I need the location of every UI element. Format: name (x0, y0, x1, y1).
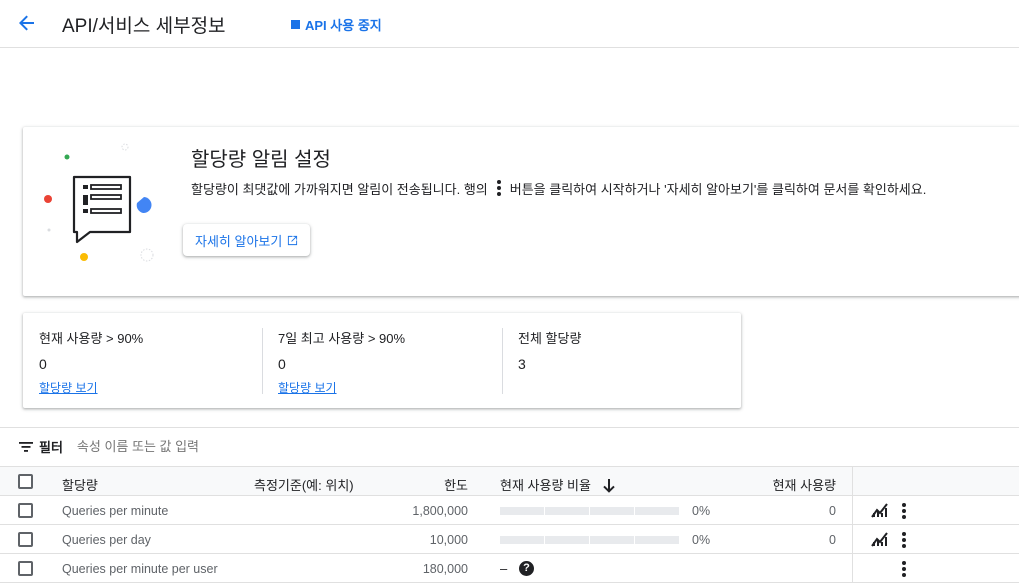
alert-card-description: 할당량이 최댓값에 가까워지면 알림이 전송됩니다. 행의 버튼을 클릭하여 시… (191, 178, 926, 198)
quota-limit: 180,000 (422, 562, 468, 576)
table-header-row: 할당량 측정기준(예: 위치) 한도 현재 사용량 비율 현재 사용량 (0, 466, 1019, 496)
stat-value: 0 (39, 356, 47, 372)
column-header-current-usage[interactable]: 현재 사용량 (773, 475, 836, 494)
usage-percent: 0% (692, 533, 711, 547)
disable-api-label: API 사용 중지 (305, 18, 382, 33)
learn-more-button[interactable]: 자세히 알아보기 (183, 224, 311, 256)
table-row: Queries per day 10,000 0% 0 (0, 525, 1019, 554)
column-header-quota[interactable]: 할당량 (62, 475, 98, 494)
more-actions-icon[interactable] (898, 530, 910, 550)
monitoring-chart-icon[interactable] (871, 531, 889, 547)
row-checkbox[interactable] (18, 532, 33, 547)
arrow-down-icon (602, 479, 615, 493)
view-quotas-link[interactable]: 할당량 보기 (278, 379, 337, 396)
divider (852, 554, 853, 582)
open-in-new-icon (288, 235, 298, 245)
back-arrow-icon[interactable] (14, 10, 40, 36)
alert-desc-after: 버튼을 클릭하여 시작하거나 '자세히 알아보기'를 클릭하여 문서를 확인하세… (509, 181, 927, 197)
stat-current-usage: 현재 사용량 > 90% 0 할당량 보기 (39, 328, 143, 396)
usage-percent: 0% (692, 504, 711, 518)
quota-stats-card: 현재 사용량 > 90% 0 할당량 보기 7일 최고 사용량 > 90% 0 … (23, 313, 741, 408)
usage-ratio-unavailable: – (500, 561, 508, 576)
more-actions-icon[interactable] (898, 559, 910, 579)
quota-name: Queries per minute (62, 504, 169, 518)
table-row: Queries per minute per user 180,000 – ? (0, 554, 1019, 583)
quota-table: 할당량 측정기준(예: 위치) 한도 현재 사용량 비율 현재 사용량 Quer… (0, 466, 1019, 583)
more-vert-icon (496, 178, 501, 198)
stat-label: 7일 최고 사용량 > 90% (278, 331, 406, 346)
alert-desc-before: 할당량이 최댓값에 가까워지면 알림이 전송됩니다. 행의 (191, 181, 488, 197)
page-title: API/서비스 세부정보 (62, 16, 226, 37)
quota-name: Queries per minute per user (62, 562, 218, 576)
divider (502, 328, 503, 394)
column-header-usage-ratio-label: 현재 사용량 비율 (500, 478, 591, 493)
select-all-checkbox[interactable] (18, 474, 33, 489)
stat-value: 0 (278, 356, 286, 372)
current-usage: 0 (829, 533, 836, 547)
monitoring-chart-icon[interactable] (871, 502, 889, 518)
stat-label: 현재 사용량 > 90% (39, 331, 144, 346)
quota-alert-card: 할당량 알림 설정 할당량이 최댓값에 가까워지면 알림이 전송됩니다. 행의 … (23, 127, 1019, 296)
learn-more-label: 자세히 알아보기 (195, 233, 283, 249)
column-header-usage-ratio[interactable]: 현재 사용량 비율 (500, 475, 615, 494)
column-header-limit[interactable]: 한도 (444, 475, 468, 494)
disable-api-button[interactable]: API 사용 중지 (291, 15, 382, 34)
more-actions-icon[interactable] (898, 501, 910, 521)
quota-limit: 1,800,000 (412, 504, 468, 518)
alert-card-title: 할당량 알림 설정 (191, 149, 331, 171)
filter-bar: 필터 (0, 427, 1019, 465)
alert-illustration-icon (41, 137, 171, 267)
stat-label: 전체 할당량 (518, 331, 582, 346)
view-quotas-link[interactable]: 할당량 보기 (39, 379, 98, 396)
divider (852, 525, 853, 553)
table-row: Queries per minute 1,800,000 0% 0 (0, 496, 1019, 525)
filter-input[interactable] (76, 439, 377, 454)
quota-limit: 10,000 (429, 533, 468, 547)
stat-total-quotas: 전체 할당량 3 (518, 328, 581, 396)
quota-name: Queries per day (62, 533, 151, 547)
filter-label: 필터 (39, 440, 63, 455)
divider (852, 496, 853, 524)
stat-value: 3 (518, 356, 526, 372)
filter-icon[interactable] (19, 441, 33, 452)
usage-progress-bar (500, 507, 680, 515)
help-icon[interactable]: ? (519, 561, 534, 576)
page-header: API/서비스 세부정보 API 사용 중지 (0, 0, 1019, 48)
usage-progress-bar (500, 536, 680, 544)
row-checkbox[interactable] (18, 503, 33, 518)
stop-icon (291, 20, 300, 29)
divider (852, 467, 853, 495)
column-header-dimensions[interactable]: 측정기준(예: 위치) (254, 475, 354, 494)
row-checkbox[interactable] (18, 561, 33, 576)
divider (262, 328, 263, 394)
current-usage: 0 (829, 504, 836, 518)
stat-7day-peak: 7일 최고 사용량 > 90% 0 할당량 보기 (278, 328, 405, 396)
